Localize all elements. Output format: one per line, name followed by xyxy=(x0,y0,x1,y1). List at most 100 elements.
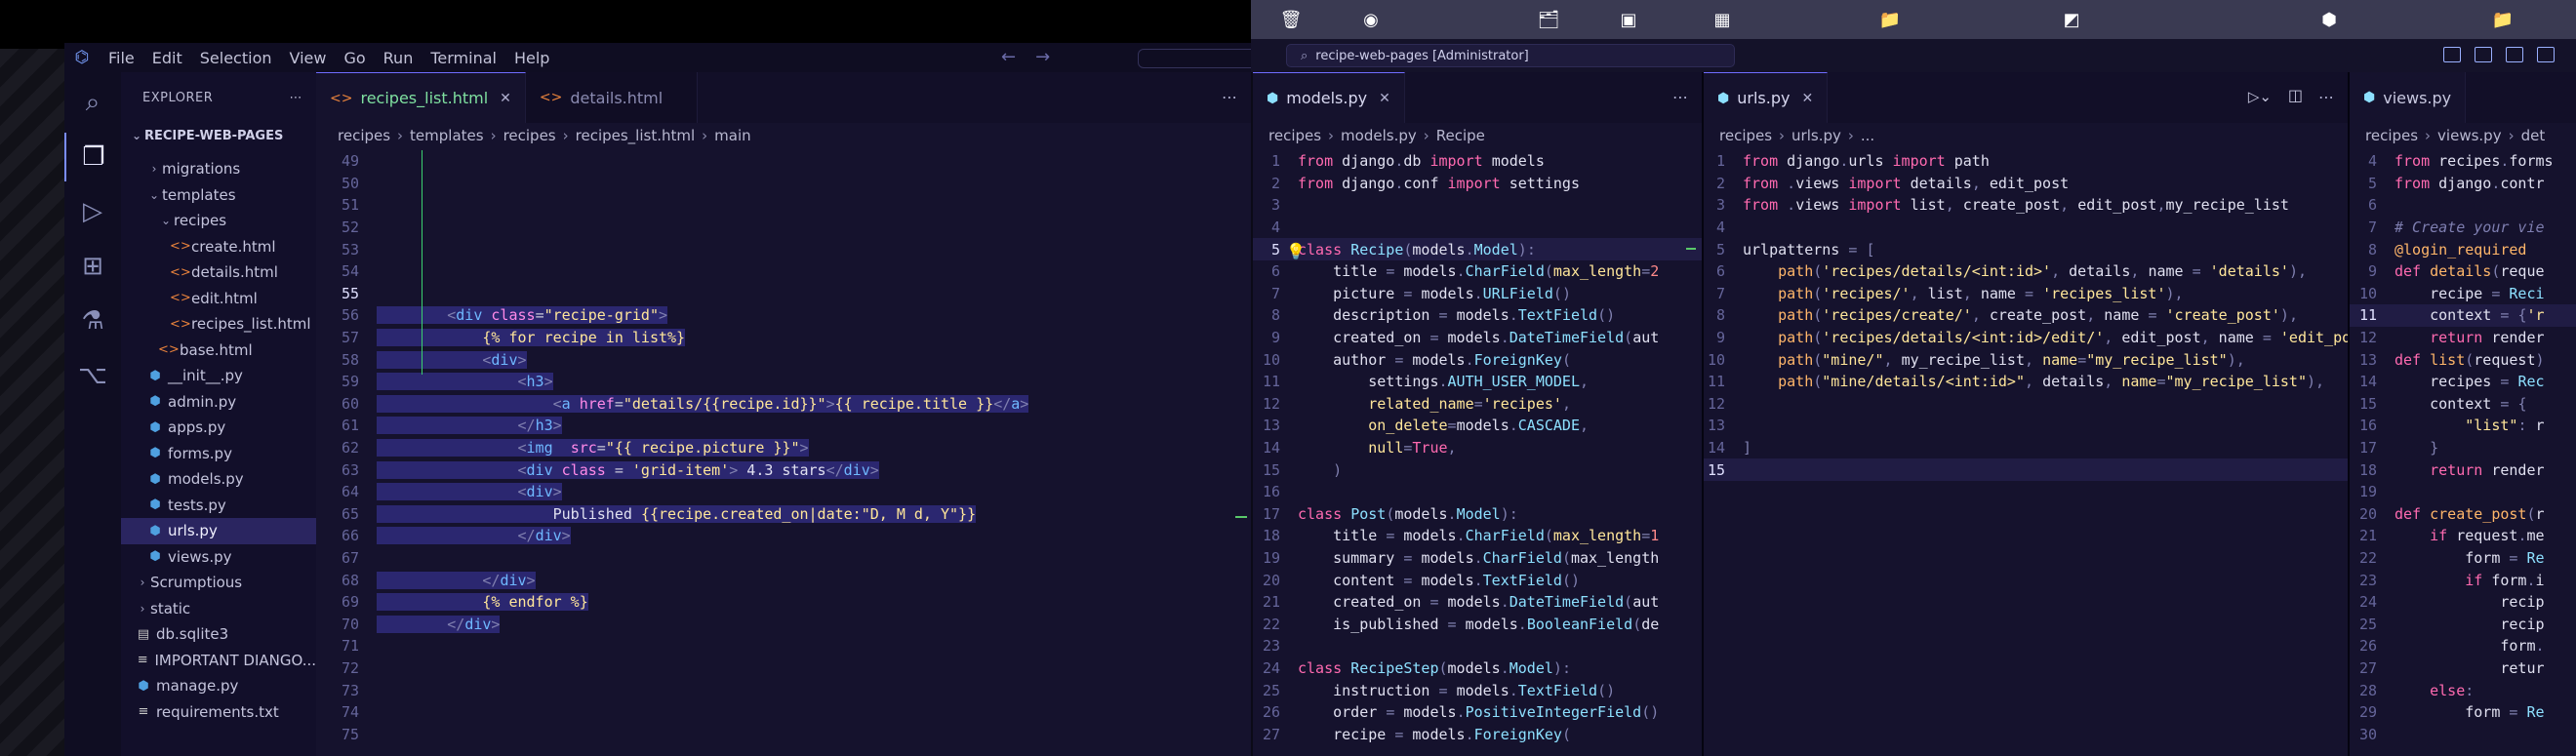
code-line[interactable]: 52 xyxy=(316,217,1251,239)
code-line[interactable]: 24 recip xyxy=(2350,591,2576,614)
menu-item-run[interactable]: Run xyxy=(375,49,423,67)
code-line[interactable]: 2 from django.conf import settings xyxy=(1253,173,1702,195)
code-line[interactable]: 20 def create_post(r xyxy=(2350,503,2576,526)
lightbulb-icon[interactable]: 💡 xyxy=(1286,242,1306,260)
close-icon[interactable]: ✕ xyxy=(1801,91,1813,106)
toggle-panel-icon[interactable] xyxy=(2475,47,2492,62)
code-line[interactable]: 62 <img src="{{ recipe.picture }}"> xyxy=(316,437,1251,459)
code-line[interactable]: 66 </div> xyxy=(316,525,1251,547)
tree-item[interactable]: ⬢ admin.py xyxy=(121,389,316,416)
code-line[interactable]: 19 summary = models.CharField(max_length xyxy=(1253,547,1702,570)
code-line[interactable]: 17 class Post(models.Model): xyxy=(1253,503,1702,526)
tree-item[interactable]: <> recipes_list.html xyxy=(121,311,316,338)
back-arrow-icon[interactable]: ← xyxy=(991,47,1026,67)
code-line[interactable]: 7 path('recipes/', list, name = 'recipes… xyxy=(1704,283,2348,305)
tab-recipes-list-html[interactable]: <> recipes_list.html ✕ xyxy=(316,72,526,123)
code-line[interactable]: 71 xyxy=(316,635,1251,657)
tree-item[interactable]: ⬢ manage.py xyxy=(121,673,316,699)
code-line[interactable]: 7 # Create your vie xyxy=(2350,217,2576,239)
code-line[interactable]: 54 xyxy=(316,260,1251,283)
code-editor[interactable]: 1 from django.db import models 2 from djang… xyxy=(1253,148,1702,745)
tree-item[interactable]: ⬢ urls.py xyxy=(121,518,316,544)
breadcrumb-item[interactable]: recipes xyxy=(1268,127,1321,144)
code-line[interactable]: 4 xyxy=(1253,217,1702,239)
code-line[interactable]: 56 <div class="recipe-grid"> xyxy=(316,304,1251,327)
code-line[interactable]: 4 xyxy=(1704,217,2348,239)
code-line[interactable]: 4 from recipes.forms xyxy=(2350,150,2576,173)
code-line[interactable]: 26 order = models.PositiveIntegerField() xyxy=(1253,701,1702,724)
code-line[interactable]: 69 {% endfor %} xyxy=(316,591,1251,614)
close-icon[interactable]: ✕ xyxy=(1379,91,1390,106)
code-line[interactable]: 22 is_published = models.BooleanField(de xyxy=(1253,613,1702,635)
breadcrumb-item[interactable]: recipes xyxy=(2365,127,2418,144)
breadcrumb-item[interactable]: views.py xyxy=(2437,127,2502,144)
code-line[interactable]: 16 xyxy=(1253,481,1702,503)
extensions-icon[interactable]: ⊞ xyxy=(64,242,121,291)
code-line[interactable]: 73 xyxy=(316,679,1251,701)
code-line[interactable]: 6 xyxy=(2350,194,2576,217)
code-line[interactable]: 5 class Recipe(models.Model): xyxy=(1253,238,1702,260)
code-line[interactable]: 49 xyxy=(316,150,1251,173)
code-line[interactable]: 19 xyxy=(2350,481,2576,503)
code-line[interactable]: 27 retur xyxy=(2350,657,2576,680)
code-line[interactable]: 70 </div> xyxy=(316,613,1251,635)
tree-item[interactable]: › migrations xyxy=(121,156,316,182)
code-line[interactable]: 13 on_delete=models.CASCADE, xyxy=(1253,415,1702,437)
tab-views[interactable]: ⬢ views.py xyxy=(2350,72,2467,123)
code-line[interactable]: 63 <div class = 'grid-item'> 4.3 stars</… xyxy=(316,458,1251,481)
app-kh-icon[interactable]: ▣ xyxy=(1614,6,1643,33)
code-line[interactable]: 53 xyxy=(316,238,1251,260)
code-line[interactable]: 27 recipe = models.ForeignKey( xyxy=(1253,723,1702,745)
code-line[interactable]: 12 return render xyxy=(2350,327,2576,349)
code-line[interactable]: 6 path('recipes/details/<int:id>', detai… xyxy=(1704,260,2348,283)
code-line[interactable]: 9 path('recipes/details/<int:id>/edit/',… xyxy=(1704,327,2348,349)
code-line[interactable]: 3 xyxy=(1253,194,1702,217)
code-line[interactable]: 12 xyxy=(1704,393,2348,416)
code-line[interactable]: 25 instruction = models.TextField() xyxy=(1253,679,1702,701)
breadcrumb-item[interactable]: recipes_list.html xyxy=(576,127,696,144)
menu-item-go[interactable]: Go xyxy=(335,49,374,67)
folder-icon[interactable]: 📁 xyxy=(1875,6,1905,33)
code-line[interactable]: 25 recip xyxy=(2350,613,2576,635)
code-line[interactable]: 1 from django.db import models xyxy=(1253,150,1702,173)
shortcut-icon[interactable]: ◩ xyxy=(2057,6,2086,33)
folder-z-icon[interactable]: 🗂 xyxy=(1534,6,1563,33)
code-line[interactable]: 50 xyxy=(316,173,1251,195)
breadcrumb-item[interactable]: urls.py xyxy=(1791,127,1841,144)
code-line[interactable]: 10 author = models.ForeignKey( xyxy=(1253,348,1702,371)
code-line[interactable]: 12 related_name='recipes', xyxy=(1253,393,1702,416)
breadcrumb-item[interactable]: ... xyxy=(1861,127,1874,144)
split-editor-icon[interactable]: ◫ xyxy=(2288,86,2303,104)
code-line[interactable]: 18 return render xyxy=(2350,458,2576,481)
code-line[interactable]: 13 def list(request) xyxy=(2350,348,2576,371)
code-line[interactable]: 15 context = { xyxy=(2350,393,2576,416)
breadcrumb-item[interactable]: templates xyxy=(410,127,484,144)
menu-item-help[interactable]: Help xyxy=(505,49,558,67)
customize-layout-icon[interactable] xyxy=(2537,47,2555,62)
code-line[interactable]: 1 from django.urls import path xyxy=(1704,150,2348,173)
code-line[interactable]: 11 context = {'r xyxy=(2350,304,2576,327)
menu-item-selection[interactable]: Selection xyxy=(191,49,281,67)
tab-models[interactable]: ⬢ models.py ✕ xyxy=(1253,72,1405,123)
code-line[interactable]: 16 "list": r xyxy=(2350,415,2576,437)
code-line[interactable]: 24 class RecipeStep(models.Model): xyxy=(1253,657,1702,680)
recycle-bin-icon[interactable]: 🗑 xyxy=(1276,6,1306,33)
app-icon[interactable]: ⬢ xyxy=(2314,6,2344,33)
code-line[interactable]: 55 xyxy=(316,283,1251,305)
code-line[interactable]: 15 xyxy=(1704,458,2348,481)
tree-item[interactable]: ⬢ forms.py xyxy=(121,441,316,467)
source-tree-icon[interactable]: ⌥ xyxy=(64,351,121,400)
breadcrumb-item[interactable]: main xyxy=(714,127,750,144)
code-line[interactable]: 20 content = models.TextField() xyxy=(1253,569,1702,591)
breadcrumb-item[interactable]: recipes xyxy=(338,127,390,144)
code-line[interactable]: 17 } xyxy=(2350,437,2576,459)
code-line[interactable]: 57 {% for recipe in list%} xyxy=(316,327,1251,349)
code-line[interactable]: 2 from .views import details, edit_post xyxy=(1704,173,2348,195)
code-line[interactable]: 74 xyxy=(316,701,1251,724)
tree-item[interactable]: ≡ IMPORTANT DIANGO... xyxy=(121,648,316,674)
code-line[interactable]: 10 path("mine/", my_recipe_list, name="m… xyxy=(1704,348,2348,371)
breadcrumb-item[interactable]: recipes xyxy=(1719,127,1772,144)
code-line[interactable]: 5 from django.contr xyxy=(2350,173,2576,195)
code-line[interactable]: 72 xyxy=(316,657,1251,680)
code-line[interactable]: 7 picture = models.URLField() xyxy=(1253,283,1702,305)
